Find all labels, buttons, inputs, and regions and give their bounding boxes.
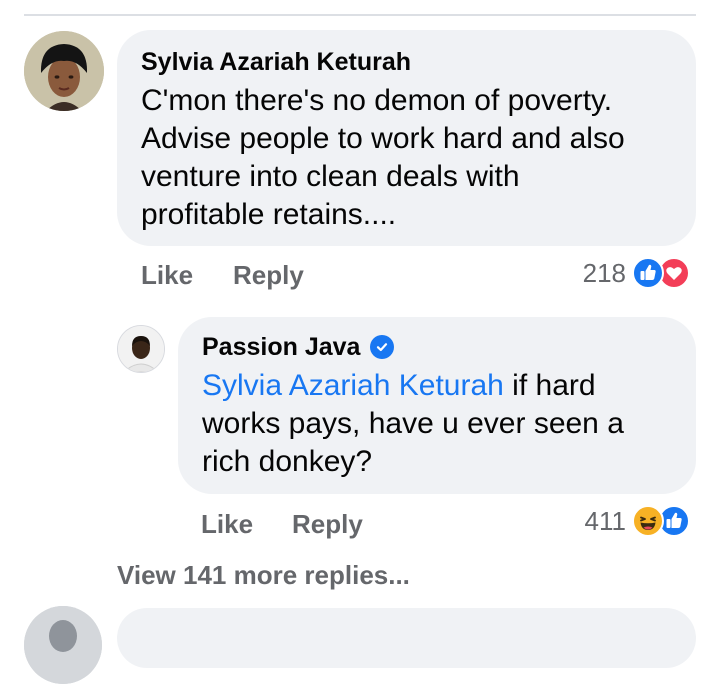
comment-line-text: if hard <box>503 369 596 402</box>
comment-text: Sylvia Azariah Keturah if hard works pay… <box>202 367 672 481</box>
reply-author[interactable]: Passion Java <box>202 331 360 363</box>
reaction-count[interactable]: 411 <box>585 506 626 536</box>
top-divider <box>24 14 696 16</box>
reaction-icons[interactable] <box>632 505 696 537</box>
comment-line: profitable retains.... <box>141 198 397 231</box>
reply-button[interactable]: Reply <box>292 509 363 539</box>
verified-badge-icon <box>370 335 395 359</box>
like-button[interactable]: Like <box>201 509 253 539</box>
reaction-count[interactable]: 218 <box>583 258 626 288</box>
comment-line: C'mon there's no demon of poverty. <box>141 84 613 117</box>
comment-line: Sylvia Azariah Keturah if hard <box>202 367 672 405</box>
comment-author[interactable]: Sylvia Azariah Keturah <box>141 46 672 78</box>
view-more-replies-link[interactable]: View 141 more replies... <box>117 560 410 590</box>
comment-bubble <box>117 608 696 668</box>
mention-link[interactable]: Sylvia Azariah Keturah <box>202 369 504 402</box>
avatar-sylvia[interactable] <box>24 31 104 111</box>
comment-author: Passion Java <box>202 331 672 363</box>
reaction-icons[interactable] <box>632 257 696 289</box>
like-reaction-icon <box>632 257 664 289</box>
reply-button[interactable]: Reply <box>233 260 304 290</box>
comment-line: works pays, have u ever seen a <box>202 407 624 440</box>
comment-line: Advise people to work hard and also <box>141 122 625 155</box>
comment-line: rich donkey? <box>202 445 373 478</box>
avatar-passion-java[interactable] <box>117 325 165 373</box>
like-button[interactable]: Like <box>141 260 193 290</box>
comment-text: C'mon there's no demon of poverty. Advis… <box>141 82 672 234</box>
comment-bubble: Sylvia Azariah Keturah C'mon there's no … <box>117 30 696 246</box>
reply-bubble: Passion Java Sylvia Azariah Keturah if h… <box>178 317 696 494</box>
haha-reaction-icon <box>632 505 664 537</box>
comment-line: venture into clean deals with <box>141 160 520 193</box>
avatar-next-comment[interactable] <box>24 606 102 684</box>
